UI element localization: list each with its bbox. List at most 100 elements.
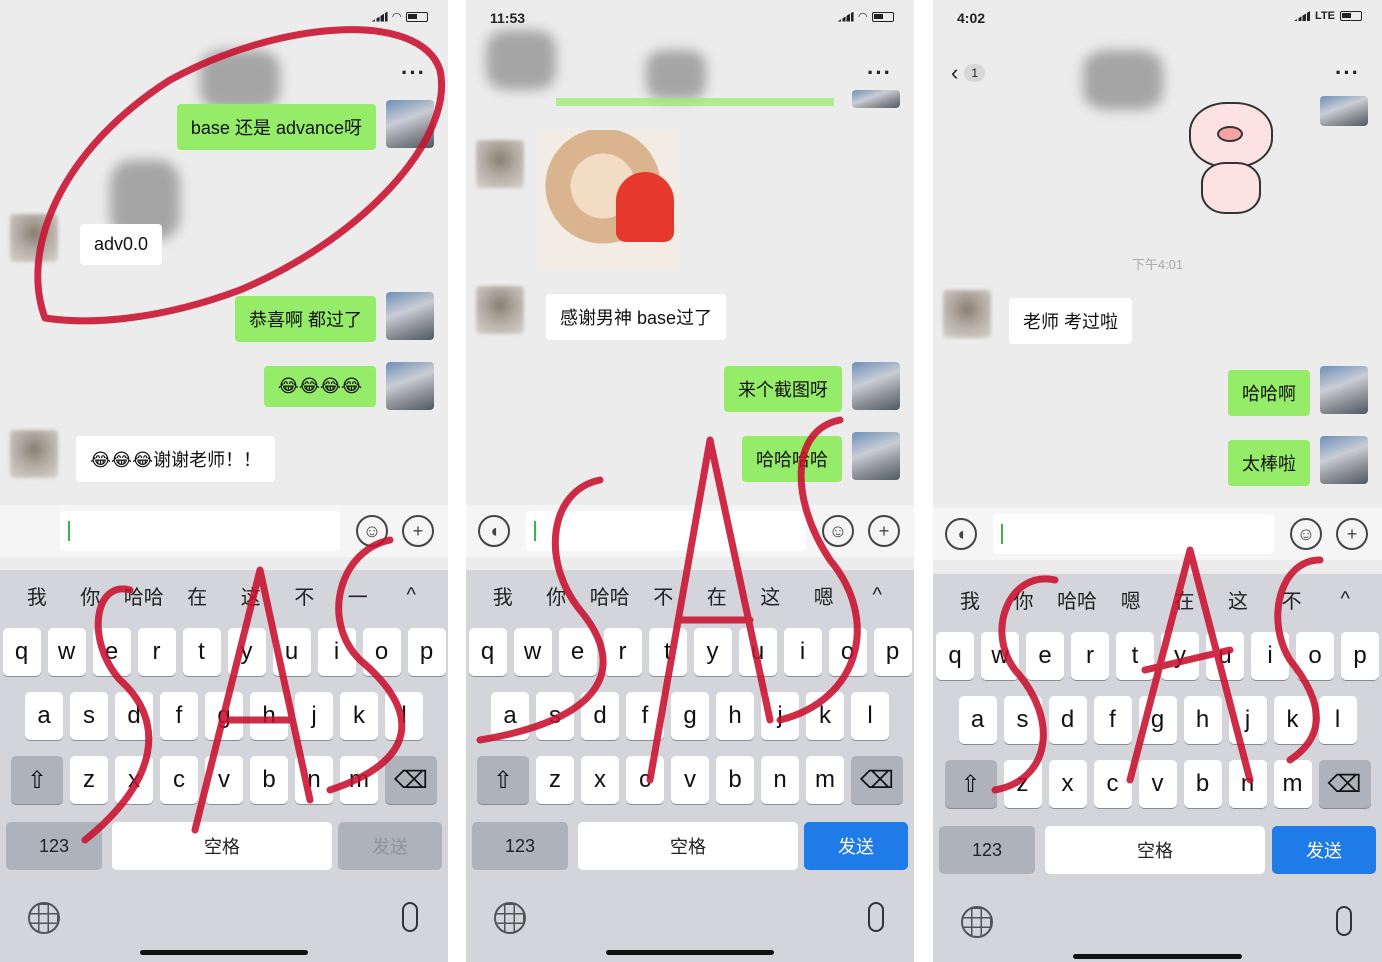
backspace-key[interactable]: ⌫ — [851, 756, 903, 804]
numbers-key[interactable]: 123 — [472, 822, 568, 870]
emoji-icon[interactable]: ☺ — [822, 515, 854, 547]
candidate-word[interactable]: 哈哈 — [117, 581, 171, 610]
key-r[interactable]: r — [603, 628, 642, 676]
shift-key[interactable]: ⇧ — [944, 760, 997, 808]
key-c[interactable]: c — [1093, 760, 1132, 808]
numbers-key[interactable]: 123 — [6, 822, 102, 870]
key-z[interactable]: z — [70, 756, 108, 804]
key-a[interactable]: a — [25, 692, 63, 740]
key-d[interactable]: d — [581, 692, 619, 740]
avatar[interactable] — [943, 290, 991, 338]
avatar[interactable] — [10, 214, 58, 262]
candidate-word[interactable]: 嗯 — [1104, 585, 1158, 614]
candidate-word[interactable]: 这 — [224, 581, 278, 610]
key-s[interactable]: s — [1003, 696, 1042, 744]
candidate-word[interactable]: 我 — [10, 581, 64, 610]
key-q[interactable]: q — [936, 632, 974, 680]
avatar[interactable] — [386, 100, 434, 148]
microphone-icon[interactable] — [868, 902, 884, 932]
key-c[interactable]: c — [160, 756, 198, 804]
sent-bubble[interactable]: base 还是 advance呀 — [176, 104, 376, 150]
avatar[interactable] — [852, 432, 900, 480]
sent-bubble[interactable]: 哈哈哈哈 — [742, 436, 842, 482]
key-m[interactable]: m — [340, 756, 378, 804]
key-g[interactable]: g — [1138, 696, 1177, 744]
backspace-key[interactable]: ⌫ — [1318, 760, 1371, 808]
space-key[interactable]: 空格 — [112, 822, 332, 870]
sent-bubble[interactable]: 哈哈啊 — [1228, 370, 1310, 416]
pig-sticker-image[interactable] — [1183, 90, 1279, 220]
send-key[interactable]: 发送 — [1272, 826, 1376, 874]
key-h[interactable]: h — [716, 692, 754, 740]
key-q[interactable]: q — [2, 628, 41, 676]
received-bubble[interactable]: 感谢男神 base过了 — [546, 294, 727, 340]
plus-icon[interactable]: + — [402, 515, 434, 547]
candidate-word[interactable]: 在 — [171, 581, 225, 610]
more-options-icon[interactable]: ··· — [867, 60, 892, 86]
emoji-icon[interactable]: ☺ — [356, 515, 388, 547]
key-n[interactable]: n — [295, 756, 333, 804]
sent-bubble[interactable]: 太棒啦 — [1228, 440, 1310, 486]
candidate-word[interactable]: 我 — [476, 581, 530, 610]
key-b[interactable]: b — [1183, 760, 1222, 808]
key-f[interactable]: f — [626, 692, 664, 740]
candidate-word[interactable]: 我 — [943, 585, 997, 614]
key-w[interactable]: w — [981, 632, 1019, 680]
candidate-word[interactable]: 哈哈 — [583, 581, 637, 610]
globe-icon[interactable] — [961, 906, 993, 938]
key-g[interactable]: g — [671, 692, 709, 740]
key-o[interactable]: o — [828, 628, 867, 676]
key-t[interactable]: t — [648, 628, 687, 676]
key-l[interactable]: l — [1318, 696, 1357, 744]
key-z[interactable]: z — [1003, 760, 1042, 808]
key-p[interactable]: p — [873, 628, 912, 676]
key-y[interactable]: y — [227, 628, 266, 676]
key-j[interactable]: j — [295, 692, 333, 740]
key-w[interactable]: w — [513, 628, 552, 676]
home-indicator[interactable] — [140, 950, 308, 955]
candidate-word[interactable]: 嗯 — [797, 581, 851, 610]
key-b[interactable]: b — [716, 756, 754, 804]
candidate-word[interactable]: 这 — [1211, 585, 1265, 614]
key-l[interactable]: l — [385, 692, 423, 740]
back-button[interactable]: ‹ 1 — [951, 60, 986, 86]
plus-icon[interactable]: + — [1336, 518, 1368, 550]
key-t[interactable]: t — [182, 628, 221, 676]
expand-candidates-icon[interactable]: ^ — [851, 584, 905, 607]
key-z[interactable]: z — [536, 756, 574, 804]
shift-key[interactable]: ⇧ — [11, 756, 63, 804]
key-k[interactable]: k — [340, 692, 378, 740]
microphone-icon[interactable] — [1336, 906, 1352, 936]
key-r[interactable]: r — [1071, 632, 1109, 680]
key-u[interactable]: u — [1206, 632, 1244, 680]
key-w[interactable]: w — [47, 628, 86, 676]
key-e[interactable]: e — [1026, 632, 1064, 680]
key-a[interactable]: a — [491, 692, 529, 740]
key-o[interactable]: o — [362, 628, 401, 676]
avatar[interactable] — [1320, 436, 1368, 484]
key-v[interactable]: v — [671, 756, 709, 804]
cat-sticker-image[interactable] — [540, 130, 680, 270]
sent-bubble[interactable]: 😂😂😂😂 — [263, 366, 376, 407]
key-y[interactable]: y — [693, 628, 732, 676]
key-i[interactable]: i — [1251, 632, 1289, 680]
received-bubble[interactable]: adv0.0 — [80, 224, 163, 265]
candidate-word[interactable]: 哈哈 — [1050, 585, 1104, 614]
voice-icon[interactable]: ◖ — [945, 518, 977, 550]
globe-icon[interactable] — [494, 902, 526, 934]
key-g[interactable]: g — [205, 692, 243, 740]
key-h[interactable]: h — [1183, 696, 1222, 744]
key-d[interactable]: d — [1048, 696, 1087, 744]
key-r[interactable]: r — [137, 628, 176, 676]
received-bubble[interactable]: 老师 考过啦 — [1009, 298, 1133, 344]
home-indicator[interactable] — [606, 950, 774, 955]
key-s[interactable]: s — [70, 692, 108, 740]
backspace-key[interactable]: ⌫ — [385, 756, 437, 804]
microphone-icon[interactable] — [402, 902, 418, 932]
key-k[interactable]: k — [806, 692, 844, 740]
avatar[interactable] — [386, 292, 434, 340]
key-v[interactable]: v — [205, 756, 243, 804]
send-key[interactable]: 发送 — [804, 822, 908, 870]
plus-icon[interactable]: + — [868, 515, 900, 547]
candidate-word[interactable]: 在 — [1158, 585, 1212, 614]
